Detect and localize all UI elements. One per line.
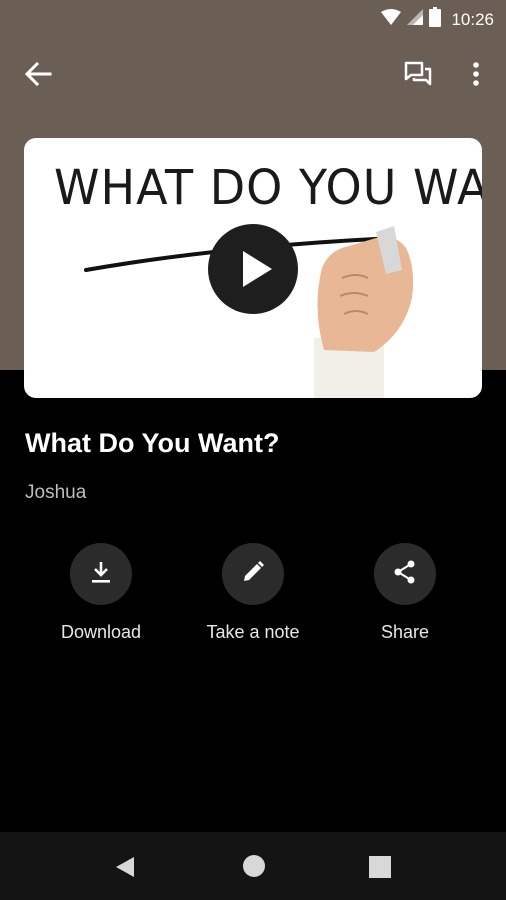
video-thumbnail[interactable]: WHAT DO YOU WANT ? (24, 138, 482, 398)
pencil-icon (240, 559, 266, 590)
app-bar (0, 50, 506, 98)
play-icon (208, 251, 298, 318)
download-label: Download (60, 622, 142, 642)
wifi-icon (381, 9, 402, 30)
video-title: What Do You Want? (25, 428, 280, 458)
download-icon (88, 559, 114, 590)
signal-icon (407, 9, 424, 30)
chat-icon (402, 61, 434, 94)
nav-home-icon[interactable] (242, 854, 266, 883)
back-arrow-icon (22, 61, 54, 92)
back-button[interactable] (22, 60, 54, 88)
share-button[interactable] (374, 543, 436, 605)
take-note-action[interactable]: Take a note (183, 543, 323, 643)
share-label: Share (380, 622, 430, 642)
take-note-button[interactable] (222, 543, 284, 605)
chat-button[interactable] (402, 58, 434, 90)
status-bar: 10:26 (0, 0, 506, 36)
play-button[interactable] (208, 224, 298, 314)
more-options-button[interactable] (464, 58, 488, 90)
more-vert-icon (464, 62, 488, 94)
battery-icon (429, 7, 442, 32)
nav-recents-icon[interactable] (369, 856, 391, 883)
download-action[interactable]: Download (31, 543, 171, 643)
video-author: Joshua (25, 482, 87, 503)
download-button[interactable] (70, 543, 132, 605)
navigation-bar (0, 832, 506, 900)
take-note-label: Take a note (206, 622, 300, 642)
share-action[interactable]: Share (335, 543, 475, 643)
share-icon (392, 559, 418, 590)
nav-back-icon[interactable] (112, 854, 138, 885)
status-time: 10:26 (451, 9, 494, 29)
